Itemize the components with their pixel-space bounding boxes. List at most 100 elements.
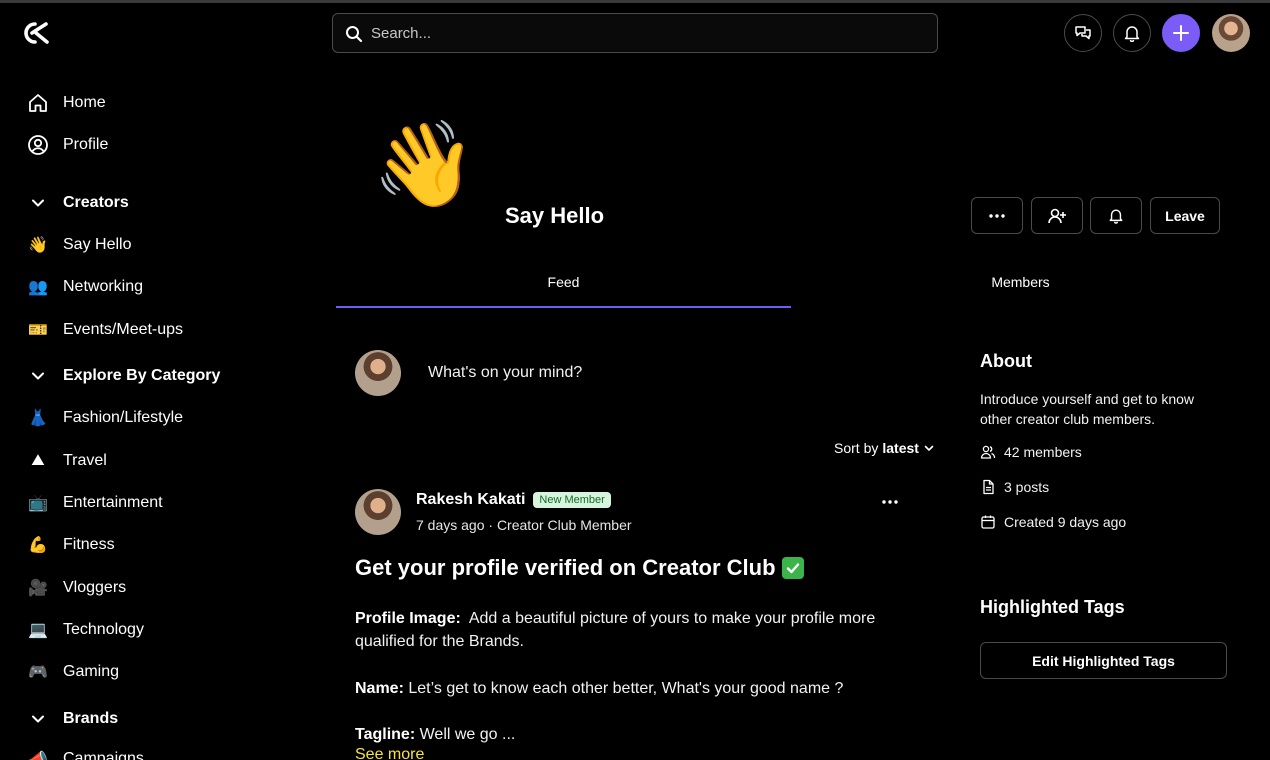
composer-avatar (355, 350, 401, 396)
sidebar-section-explore-by-category[interactable]: Explore By Category (27, 363, 220, 389)
sidebar-item-label: Networking (63, 278, 144, 295)
group-title: Say Hello (505, 203, 605, 228)
post-paragraph-text: Let’s get to know each other better, Wha… (408, 680, 844, 697)
camera-emoji-icon: 🎥 (28, 580, 48, 597)
tab-members[interactable]: Members (795, 268, 1246, 308)
sidebar-item-label: Travel (63, 452, 107, 469)
sidebar-item-gaming[interactable]: 🎮 Gaming (27, 659, 119, 685)
sidebar-item-networking[interactable]: 👥 Networking (27, 274, 143, 300)
sidebar-item-label: Say Hello (63, 236, 132, 253)
post-paragraph-label: Tagline: (355, 726, 416, 743)
document-icon (980, 479, 996, 495)
sidebar-item-say-hello[interactable]: 👋 Say Hello (27, 232, 131, 258)
post-meta: 7 days ago · Creator Club Member (416, 517, 632, 533)
see-more-link[interactable]: See more (355, 746, 424, 760)
edit-highlighted-tags-button[interactable]: Edit Highlighted Tags (980, 642, 1227, 679)
check-mark-icon (781, 557, 804, 579)
sidebar-item-entertainment[interactable]: 📺 Entertainment (27, 490, 163, 516)
sort-prefix: Sort by (834, 440, 879, 456)
leave-group-button[interactable]: Leave (1150, 197, 1220, 234)
bell-icon (1123, 24, 1141, 42)
sidebar-item-technology[interactable]: 💻 Technology (27, 617, 144, 643)
creator-club-logo[interactable] (20, 20, 50, 46)
sidebar-item-campaigns[interactable]: 📣 Campaigns (27, 746, 144, 760)
sidebar-item-vloggers[interactable]: 🎥 Vloggers (27, 575, 126, 601)
about-title: About (980, 351, 1032, 371)
about-description: Introduce yourself and get to know other… (980, 391, 1195, 427)
chevron-down-icon (923, 442, 935, 454)
group-notifications-button[interactable] (1090, 197, 1142, 234)
sidebar-item-fashion-lifestyle[interactable]: 👗 Fashion/Lifestyle (27, 405, 183, 431)
people-emoji-icon: 👥 (28, 279, 48, 296)
sidebar-item-fitness[interactable]: 💪 Fitness (27, 532, 115, 558)
chevron-down-icon (27, 708, 49, 730)
post-paragraph-text: Well we go ... (419, 726, 516, 743)
chevron-down-icon (27, 365, 49, 387)
post-options-button[interactable] (882, 500, 898, 504)
bell-icon (1108, 207, 1124, 224)
sidebar-item-home[interactable]: Home (27, 90, 106, 116)
sidebar-section-label: Explore By Category (63, 367, 221, 384)
sidebar-section-label: Creators (63, 194, 129, 211)
mountain-emoji-icon: ⛰ (31, 452, 45, 469)
search-bar[interactable] (332, 13, 938, 53)
post-author-avatar[interactable] (355, 489, 401, 535)
sidebar-item-travel[interactable]: ⛰ Travel (27, 448, 107, 474)
post-paragraph-label: Name: (355, 680, 404, 697)
window-top-border (0, 0, 1270, 3)
notifications-button[interactable] (1113, 14, 1151, 52)
sidebar-item-label: Campaigns (63, 750, 144, 760)
messages-button[interactable] (1064, 14, 1102, 52)
user-avatar[interactable] (1212, 14, 1250, 52)
sort-dropdown[interactable]: Sort by latest (834, 440, 935, 456)
post-author[interactable]: Rakesh Kakati New Member (416, 491, 611, 509)
sidebar-item-label: Vloggers (63, 579, 127, 596)
waving-hand-emoji-icon: 👋 (28, 237, 48, 254)
invite-member-button[interactable] (1031, 197, 1083, 234)
sidebar-section-creators[interactable]: Creators (27, 190, 129, 216)
sidebar-item-label: Gaming (63, 663, 120, 680)
composer-input[interactable]: What's on your mind? (428, 364, 582, 382)
post-paragraph: Name: Let’s get to know each other bette… (355, 677, 915, 700)
ellipsis-icon (882, 500, 898, 504)
flexed-biceps-emoji-icon: 💪 (28, 537, 48, 554)
user-plus-icon (1047, 207, 1067, 225)
sidebar-item-label: Fitness (63, 536, 115, 553)
sidebar-item-profile[interactable]: Profile (27, 132, 108, 158)
members-count-text: 42 members (1004, 444, 1082, 460)
search-input[interactable] (371, 14, 921, 52)
sidebar-item-events[interactable]: 🎫 Events/Meet-ups (27, 317, 183, 343)
more-options-button[interactable] (971, 197, 1023, 234)
sidebar-item-label: Technology (63, 621, 144, 638)
sidebar-item-label: Fashion/Lifestyle (63, 409, 184, 426)
laptop-emoji-icon: 💻 (28, 622, 48, 639)
sidebar-item-label: Home (63, 94, 106, 111)
home-icon (27, 92, 49, 114)
highlighted-tags-title: Highlighted Tags (980, 597, 1125, 617)
sidebar-item-label: Entertainment (63, 494, 163, 511)
tv-emoji-icon: 📺 (28, 495, 48, 512)
sidebar-item-label: Events/Meet-ups (63, 321, 184, 338)
post-author-name[interactable]: Rakesh Kakati (416, 491, 525, 509)
created-date: Created 9 days ago (980, 514, 1126, 530)
ellipsis-icon (989, 213, 1005, 218)
post-paragraph: Tagline: Well we go ... (355, 723, 915, 746)
create-button[interactable] (1162, 14, 1200, 52)
sidebar-section-label: Brands (63, 710, 119, 727)
member-badge: New Member (533, 492, 611, 508)
post-paragraph: Profile Image: Add a beautiful picture o… (355, 607, 915, 653)
sidebar-item-label: Profile (63, 136, 109, 153)
game-controller-emoji-icon: 🎮 (28, 664, 48, 681)
created-date-text: Created 9 days ago (1004, 514, 1127, 530)
sidebar-section-brands[interactable]: Brands (27, 706, 118, 732)
sort-value: latest (882, 440, 919, 456)
post-paragraph-label: Profile Image: (355, 610, 461, 627)
post-title-text: Get your profile verified on Creator Clu… (355, 555, 776, 580)
ticket-emoji-icon: 🎫 (28, 322, 48, 339)
calendar-icon (980, 514, 996, 530)
dress-emoji-icon: 👗 (28, 410, 48, 427)
user-circle-icon (27, 134, 49, 156)
tab-feed[interactable]: Feed (336, 268, 791, 308)
search-icon (345, 25, 363, 43)
group-emoji: 👋 (372, 117, 477, 211)
